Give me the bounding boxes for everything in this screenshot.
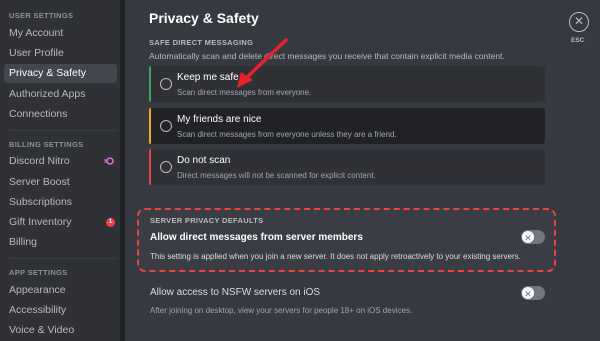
option-subtitle: Scan direct messages from everyone unles… (177, 130, 397, 139)
option-stripe (149, 108, 151, 144)
radio-circle[interactable] (160, 78, 172, 90)
radio-option-do-not-scan[interactable]: Do not scan Direct messages will not be … (149, 149, 545, 185)
sidebar-item-discord-nitro[interactable]: Discord Nitro (4, 152, 117, 171)
sidebar-item-billing[interactable]: Billing (4, 233, 117, 252)
safe-dm-description: Automatically scan and delete direct mes… (149, 51, 505, 61)
allow-dm-description: This setting is applied when you join a … (150, 252, 521, 261)
nsfw-description: After joining on desktop, view your serv… (150, 306, 413, 315)
app-settings-header: APP SETTINGS (9, 268, 68, 277)
option-stripe (149, 66, 151, 102)
radio-option-friends-nice[interactable]: My friends are nice Scan direct messages… (149, 108, 545, 144)
notification-badge: 1 (106, 218, 115, 227)
close-icon[interactable]: ✕ (569, 12, 589, 32)
option-stripe (149, 149, 151, 185)
sidebar-item-server-boost[interactable]: Server Boost (4, 173, 117, 192)
option-title: My friends are nice (177, 114, 262, 125)
sidebar-item-authorized-apps[interactable]: Authorized Apps (4, 85, 117, 104)
page-title: Privacy & Safety (149, 10, 259, 26)
nsfw-toggle[interactable]: ✕ (521, 286, 545, 300)
billing-settings-header: BILLING SETTINGS (9, 140, 84, 149)
nitro-icon (104, 157, 114, 165)
allow-dm-title: Allow direct messages from server member… (150, 232, 363, 243)
settings-sidebar: USER SETTINGS My Account User Profile Pr… (0, 0, 125, 341)
safe-dm-header: SAFE DIRECT MESSAGING (149, 38, 254, 47)
sidebar-item-my-account[interactable]: My Account (4, 24, 117, 43)
option-title: Do not scan (177, 155, 231, 166)
allow-dm-toggle[interactable]: ✕ (521, 230, 545, 244)
sidebar-item-label: Gift Inventory (9, 216, 72, 228)
toggle-off-icon: ✕ (524, 289, 532, 299)
toggle-off-icon: ✕ (524, 233, 532, 243)
sidebar-item-gift-inventory[interactable]: Gift Inventory 1 (4, 213, 117, 232)
option-subtitle: Direct messages will not be scanned for … (177, 171, 376, 180)
sidebar-item-voice-video[interactable]: Voice & Video (4, 321, 117, 340)
toggle-knob: ✕ (522, 231, 534, 243)
sidebar-item-privacy-safety[interactable]: Privacy & Safety (4, 64, 117, 83)
esc-label: ESC (571, 37, 585, 44)
sidebar-item-accessibility[interactable]: Accessibility (4, 301, 117, 320)
sidebar-item-appearance[interactable]: Appearance (4, 281, 117, 300)
user-settings-header: USER SETTINGS (9, 11, 74, 20)
sidebar-item-user-profile[interactable]: User Profile (4, 44, 117, 63)
option-subtitle: Scan direct messages from everyone. (177, 88, 312, 97)
radio-circle[interactable] (160, 161, 172, 173)
sidebar-divider (9, 258, 117, 259)
radio-circle[interactable] (160, 120, 172, 132)
sidebar-divider (9, 130, 117, 131)
toggle-knob: ✕ (522, 287, 534, 299)
sidebar-item-connections[interactable]: Connections (4, 105, 117, 124)
sidebar-item-subscriptions[interactable]: Subscriptions (4, 193, 117, 212)
server-privacy-header: SERVER PRIVACY DEFAULTS (150, 216, 264, 225)
nsfw-title: Allow access to NSFW servers on iOS (150, 287, 321, 298)
sidebar-item-label: Discord Nitro (9, 155, 70, 167)
radio-option-keep-me-safe[interactable]: Keep me safe Scan direct messages from e… (149, 66, 545, 102)
option-title: Keep me safe (177, 72, 239, 83)
